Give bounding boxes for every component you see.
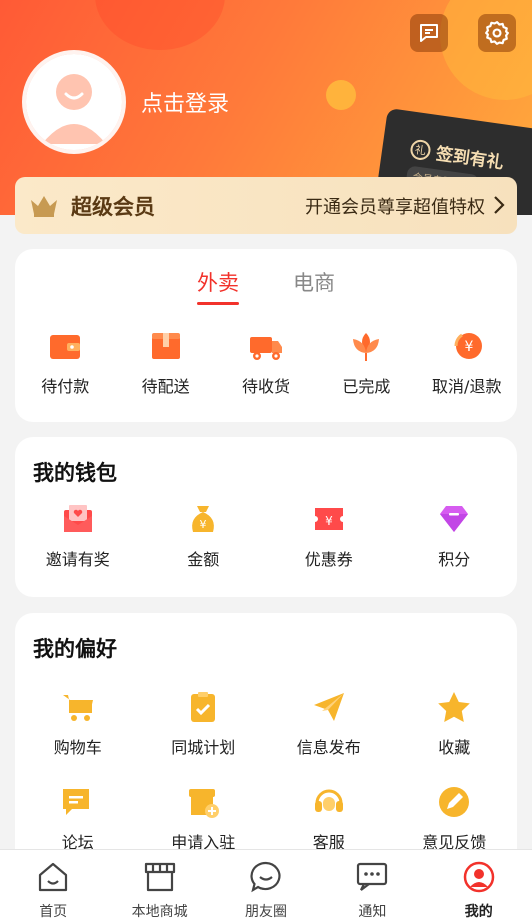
package-icon	[151, 333, 180, 359]
tab-ecommerce[interactable]: 电商	[293, 267, 335, 305]
login-link[interactable]: 点击登录	[141, 86, 229, 118]
settings-button[interactable]	[478, 14, 516, 52]
envelope-heart-icon	[63, 505, 92, 532]
wallet-label: 优惠券	[304, 550, 353, 569]
order-pending-payment[interactable]: 待付款	[15, 329, 115, 397]
svg-text:¥: ¥	[325, 514, 333, 528]
smile-chat-icon	[250, 861, 281, 893]
notify-icon	[357, 862, 388, 891]
preferences-title: 我的偏好	[33, 637, 117, 661]
wallet-label: 金额	[187, 550, 220, 569]
coupon-icon: ¥	[314, 508, 343, 530]
tab-label: 本地商城	[131, 904, 188, 920]
crown-icon	[31, 195, 57, 217]
home-icon	[39, 862, 68, 892]
clipboard-check-icon	[191, 692, 216, 722]
member-promo: 开通会员尊享超值特权	[305, 196, 485, 218]
pref-label: 同城计划	[171, 738, 236, 757]
star-icon	[438, 692, 471, 722]
wallet-label: 邀请有奖	[45, 550, 110, 569]
shop-icon	[144, 862, 175, 892]
pref-publish-info[interactable]: 信息发布	[266, 690, 392, 758]
wallet-invite-reward[interactable]: 邀请有奖	[15, 502, 141, 570]
chat-icon	[62, 789, 89, 815]
svg-text:¥: ¥	[464, 339, 473, 355]
headset-icon	[314, 789, 343, 812]
order-label: 待付款	[41, 377, 90, 396]
orders-card: 外卖 电商 待付款 待配送 待收货 已完成 ¥ 取消/退款	[15, 249, 517, 422]
paper-plane-icon	[313, 693, 344, 721]
gift-icon: 礼	[409, 138, 432, 161]
tab-mine[interactable]: 我的	[426, 850, 532, 923]
money-bag-icon: ¥	[192, 506, 215, 532]
pref-label: 收藏	[438, 738, 471, 757]
wallet-card: 我的钱包 邀请有奖 ¥ 金额 ¥ 优惠券 积分	[15, 437, 517, 597]
pref-apply-join[interactable]: 申请入驻	[141, 785, 267, 853]
header-decor	[326, 80, 356, 110]
tab-label: 我的	[464, 904, 493, 920]
pref-favorites[interactable]: 收藏	[392, 690, 518, 758]
member-title: 超级会员	[71, 194, 155, 219]
gear-icon	[485, 21, 509, 45]
header-decor	[95, 0, 225, 50]
chevron-right-icon	[494, 196, 505, 214]
pref-label: 购物车	[53, 738, 102, 757]
pref-feedback[interactable]: 意见反馈	[392, 785, 518, 853]
signin-title: 签到有礼	[434, 144, 505, 174]
wallet-points[interactable]: 积分	[392, 502, 518, 570]
tab-notifications[interactable]: 通知	[319, 850, 425, 923]
store-add-icon	[189, 789, 220, 818]
order-label: 取消/退款	[432, 377, 502, 396]
wallet-icon	[50, 335, 81, 359]
tab-label: 首页	[39, 904, 68, 920]
wallet-title: 我的钱包	[33, 461, 117, 485]
pencil-icon	[439, 787, 470, 817]
truck-icon	[249, 337, 282, 360]
message-button[interactable]	[410, 14, 448, 52]
tab-moments[interactable]: 朋友圈	[213, 850, 319, 923]
order-label: 已完成	[342, 377, 391, 396]
pref-label: 信息发布	[296, 738, 361, 757]
tab-label: 通知	[358, 904, 387, 920]
tab-label: 朋友圈	[244, 904, 287, 920]
wallet-label: 积分	[438, 550, 471, 569]
default-avatar-icon	[26, 54, 122, 150]
svg-text:¥: ¥	[200, 518, 207, 531]
order-label: 待收货	[241, 377, 290, 396]
tab-local-mall[interactable]: 本地商城	[106, 850, 212, 923]
bottom-tab-bar: 首页 本地商城 朋友圈 通知 我的	[0, 849, 532, 923]
refund-icon: ¥	[454, 333, 482, 359]
lotus-icon	[353, 333, 380, 361]
cart-icon	[62, 695, 93, 721]
diamond-icon	[440, 506, 469, 532]
pref-forum[interactable]: 论坛	[15, 785, 141, 853]
wallet-balance[interactable]: ¥ 金额	[141, 502, 267, 570]
super-member-banner[interactable]: 超级会员 开通会员尊享超值特权	[15, 177, 517, 234]
pref-customer-service[interactable]: 客服	[266, 785, 392, 853]
wallet-coupons[interactable]: ¥ 优惠券	[266, 502, 392, 570]
order-pending-delivery[interactable]: 待配送	[115, 329, 215, 397]
order-refund[interactable]: ¥ 取消/退款	[417, 329, 517, 397]
order-pending-receipt[interactable]: 待收货	[216, 329, 316, 397]
profile-icon	[463, 861, 494, 893]
tab-takeout[interactable]: 外卖	[197, 267, 239, 305]
pref-city-plan[interactable]: 同城计划	[141, 690, 267, 758]
message-icon	[420, 24, 438, 42]
tab-home[interactable]: 首页	[0, 850, 106, 923]
order-completed[interactable]: 已完成	[316, 329, 416, 397]
avatar[interactable]	[22, 50, 126, 154]
order-label: 待配送	[141, 377, 190, 396]
pref-cart[interactable]: 购物车	[15, 690, 141, 758]
